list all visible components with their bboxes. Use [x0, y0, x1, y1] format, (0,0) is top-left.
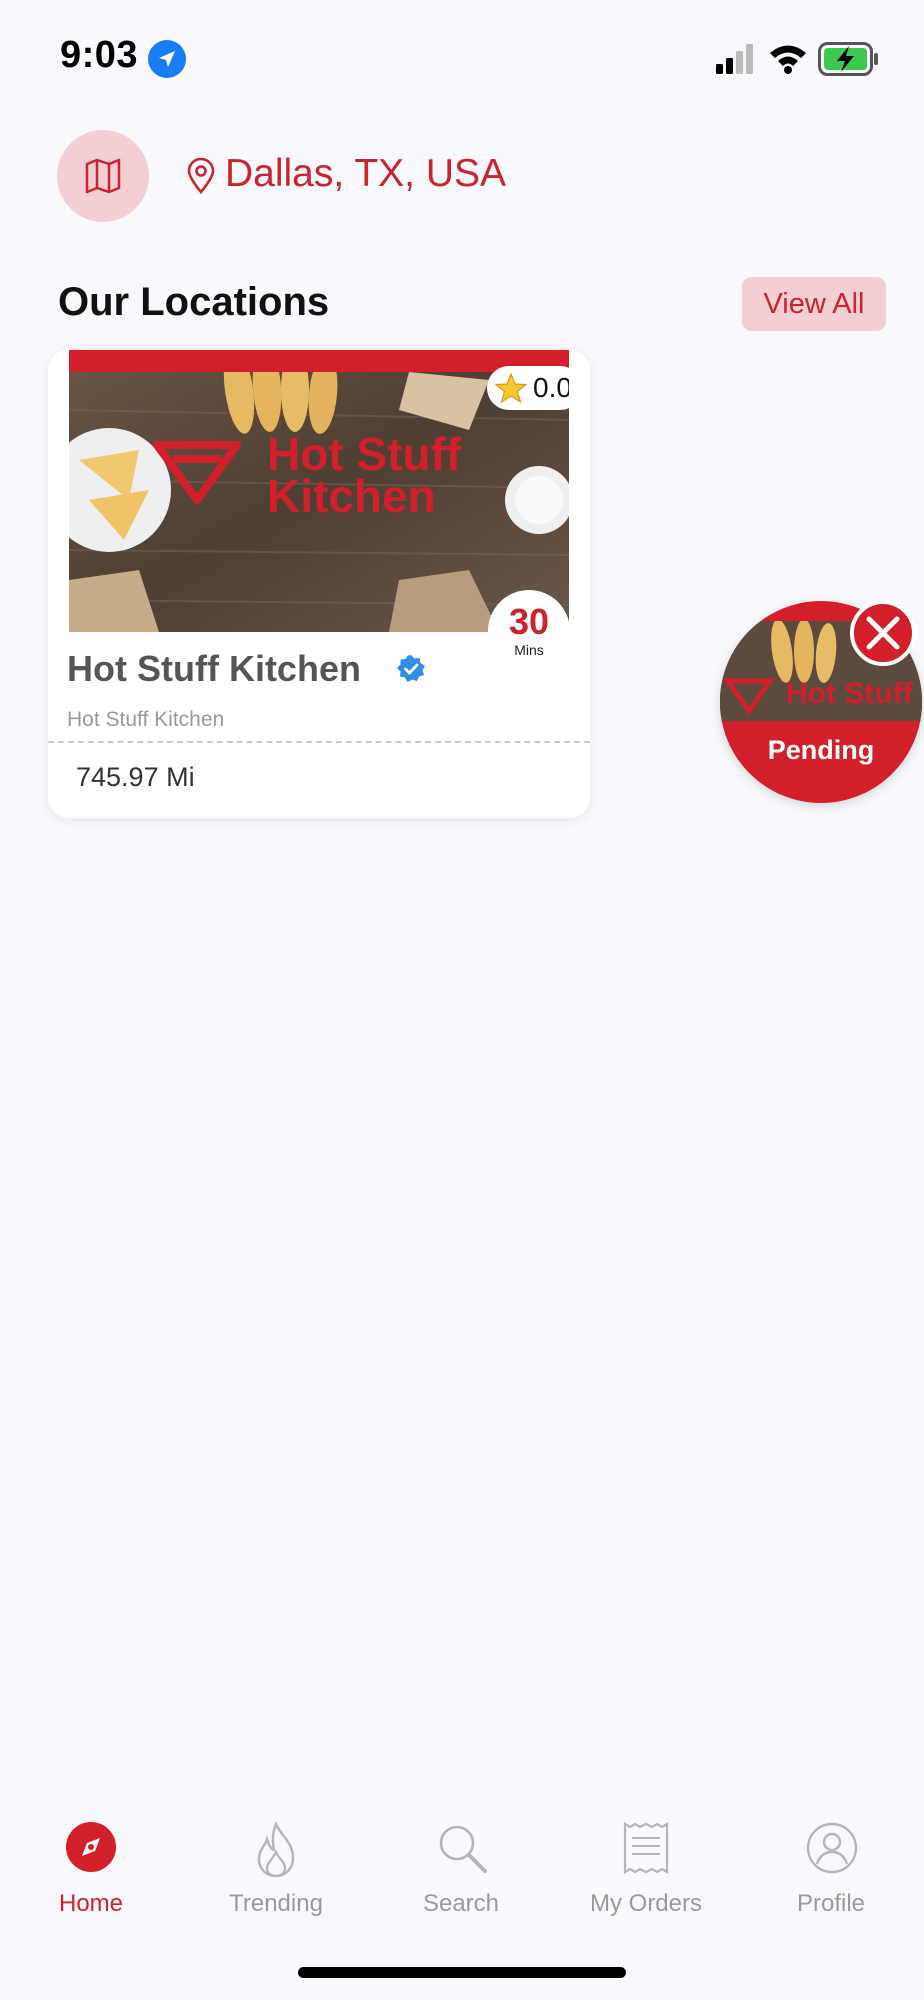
- status-time: 9:03: [60, 34, 139, 76]
- tab-my-orders-label: My Orders: [589, 1890, 702, 1917]
- rating-badge: 0.0: [487, 366, 569, 410]
- signal-icon: [716, 44, 756, 79]
- delivery-time-badge: 30 Mins: [488, 590, 570, 672]
- restaurant-card[interactable]: Hot Stuff Kitchen 0.0 30 Mins Hot Stuff …: [48, 350, 590, 818]
- close-pending-button[interactable]: [850, 600, 916, 666]
- wifi-icon: [768, 42, 808, 79]
- map-pin-icon: [186, 157, 216, 199]
- map-icon: [85, 158, 121, 194]
- card-divider: [48, 741, 590, 743]
- delivery-time-unit: Mins: [514, 642, 544, 658]
- map-button[interactable]: [57, 130, 149, 222]
- restaurant-name: Hot Stuff Kitchen: [67, 648, 361, 689]
- tab-trending-label: Trending: [229, 1890, 323, 1917]
- tab-home[interactable]: Home: [16, 1810, 166, 1930]
- compass-icon: [66, 1822, 116, 1872]
- tab-profile-label: Profile: [796, 1890, 866, 1917]
- battery-charging-icon: [818, 42, 880, 81]
- tab-search-label: Search: [422, 1890, 500, 1917]
- receipt-icon: [621, 1822, 671, 1874]
- restaurant-distance: 745.97 Mi: [76, 762, 195, 792]
- restaurant-subtitle: Hot Stuff Kitchen: [67, 708, 225, 731]
- section-title: Our Locations: [58, 280, 330, 324]
- restaurant-image: Hot Stuff Kitchen 0.0: [69, 350, 569, 632]
- logo-line2: Kitchen: [267, 470, 436, 522]
- star-icon: [495, 372, 527, 404]
- close-icon: [866, 616, 900, 650]
- rating-value: 0.0: [533, 372, 569, 403]
- tab-trending[interactable]: Trending: [201, 1810, 351, 1930]
- verified-badge-icon: [396, 654, 426, 689]
- current-location[interactable]: Dallas, TX, USA: [225, 152, 506, 196]
- tab-search[interactable]: Search: [386, 1810, 536, 1930]
- tab-profile[interactable]: Profile: [756, 1810, 906, 1930]
- tab-my-orders[interactable]: My Orders: [571, 1810, 721, 1930]
- tab-home-label: Home: [58, 1890, 124, 1917]
- home-indicator[interactable]: [298, 1967, 626, 1978]
- image-top-bar: [69, 350, 569, 372]
- flame-icon: [251, 1820, 301, 1878]
- delivery-time-value: 30: [508, 601, 550, 642]
- status-bar: 9:03: [0, 0, 924, 118]
- location-arrow-icon: [148, 40, 186, 78]
- view-all-button[interactable]: View All: [742, 277, 886, 331]
- pending-label: Pending: [767, 735, 875, 765]
- pending-logo-line1: Hot Stuff: [786, 677, 914, 710]
- profile-icon: [806, 1822, 858, 1874]
- tab-bar: Home Trending Search My Orders Profile: [0, 1810, 924, 1930]
- search-icon: [436, 1822, 487, 1873]
